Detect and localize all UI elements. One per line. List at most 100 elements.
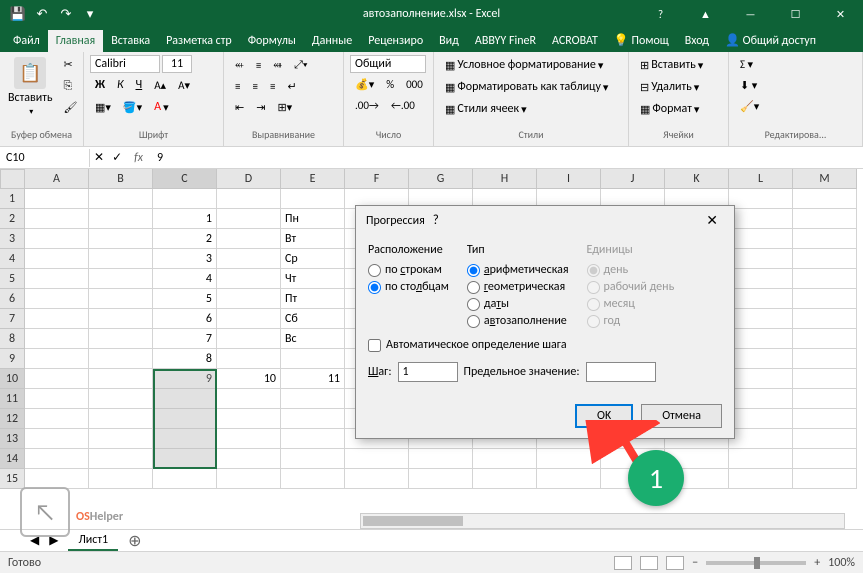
cell[interactable] [217,409,281,429]
cell[interactable] [25,209,89,229]
cell[interactable] [729,229,793,249]
limit-input[interactable] [586,362,656,382]
row-header[interactable]: 8 [0,329,25,349]
redo-icon[interactable]: ↷ [58,6,74,22]
step-input[interactable] [398,362,458,382]
border-icon[interactable]: ▦▾ [90,98,116,117]
cell[interactable] [537,449,601,469]
row-header[interactable]: 13 [0,429,25,449]
zoom-level[interactable]: 100% [828,556,855,570]
cell[interactable] [281,189,345,209]
cell[interactable] [729,209,793,229]
cell[interactable] [793,369,857,389]
cell[interactable] [217,469,281,489]
cell[interactable] [793,309,857,329]
align-bottom-icon[interactable]: ⬵ [268,55,287,75]
col-header[interactable]: J [601,169,665,189]
cell[interactable] [729,469,793,489]
cell[interactable] [25,429,89,449]
insert-cells-button[interactable]: ⊞ Вставить ▾ [635,55,722,75]
cell[interactable]: 6 [153,309,217,329]
col-header[interactable]: I [537,169,601,189]
cell[interactable]: Сб [281,309,345,329]
wrap-text-icon[interactable]: ↵ [282,77,301,96]
col-header[interactable]: F [345,169,409,189]
inc-decimal-icon[interactable]: .00→ [350,96,384,115]
cell[interactable] [25,349,89,369]
cell[interactable] [729,189,793,209]
row-header[interactable]: 11 [0,389,25,409]
row-header[interactable]: 15 [0,469,25,489]
dec-decimal-icon[interactable]: ←.00 [386,96,420,115]
cut-icon[interactable]: ✂ [59,55,83,74]
cell[interactable] [89,189,153,209]
row-header[interactable]: 4 [0,249,25,269]
cell[interactable] [89,369,153,389]
cell[interactable] [89,349,153,369]
formula-input[interactable]: 9 [151,149,863,167]
cell[interactable] [89,229,153,249]
zoom-slider[interactable] [706,561,806,565]
cell[interactable] [89,269,153,289]
cell[interactable] [793,189,857,209]
row-header[interactable]: 6 [0,289,25,309]
cell[interactable]: 7 [153,329,217,349]
zoom-in-icon[interactable]: + [814,556,820,570]
cell[interactable]: 3 [153,249,217,269]
cell[interactable] [217,309,281,329]
format-cells-button[interactable]: ▦ Формат ▾ [635,99,722,119]
cell[interactable] [89,389,153,409]
fx-icon[interactable]: fx [126,151,151,165]
cell[interactable] [729,449,793,469]
col-header[interactable]: H [473,169,537,189]
cell[interactable]: Ср [281,249,345,269]
zoom-out-icon[interactable]: − [692,556,698,570]
cell[interactable] [153,429,217,449]
save-icon[interactable]: 💾 [10,6,26,22]
cell[interactable] [25,449,89,469]
cell[interactable] [409,449,473,469]
cell[interactable] [793,209,857,229]
col-header[interactable]: D [217,169,281,189]
percent-icon[interactable]: % [381,75,399,94]
select-all-corner[interactable] [0,169,25,189]
autosum-icon[interactable]: Σ ▾ [735,55,758,74]
comma-icon[interactable]: 000 [401,75,428,94]
auto-step-checkbox[interactable]: Автоматическое определение шага [368,338,722,352]
row-header[interactable]: 14 [0,449,25,469]
format-painter-icon[interactable]: 🖌 [59,98,83,117]
cell[interactable] [281,429,345,449]
cell[interactable] [217,289,281,309]
align-left-icon[interactable]: ≡ [230,77,245,96]
cell[interactable] [729,329,793,349]
cell[interactable] [281,449,345,469]
new-sheet-icon[interactable]: ⊕ [128,531,141,551]
cell[interactable]: Пт [281,289,345,309]
cell[interactable] [25,329,89,349]
cell[interactable] [217,269,281,289]
cell[interactable]: 1 [153,209,217,229]
cell[interactable]: 4 [153,269,217,289]
col-header[interactable]: G [409,169,473,189]
radio-autofill[interactable]: автозаполнение [467,314,569,328]
cell[interactable] [25,269,89,289]
cell[interactable] [217,209,281,229]
font-shrink-icon[interactable]: A▾ [173,76,195,95]
cell[interactable] [793,289,857,309]
cancel-button[interactable]: Отмена [641,404,722,428]
col-header[interactable]: K [665,169,729,189]
cell[interactable] [281,469,345,489]
cell[interactable]: Чт [281,269,345,289]
cell[interactable] [153,189,217,209]
undo-icon[interactable]: ↶ [34,6,50,22]
cell[interactable] [345,469,409,489]
cell[interactable] [473,449,537,469]
align-top-icon[interactable]: ⬴ [230,55,249,75]
cell[interactable] [729,369,793,389]
cell[interactable] [537,469,601,489]
col-header[interactable]: M [793,169,857,189]
cell[interactable] [25,189,89,209]
dialog-close-icon[interactable]: ✕ [700,212,724,229]
cell[interactable] [217,329,281,349]
italic-button[interactable]: К [112,75,129,95]
